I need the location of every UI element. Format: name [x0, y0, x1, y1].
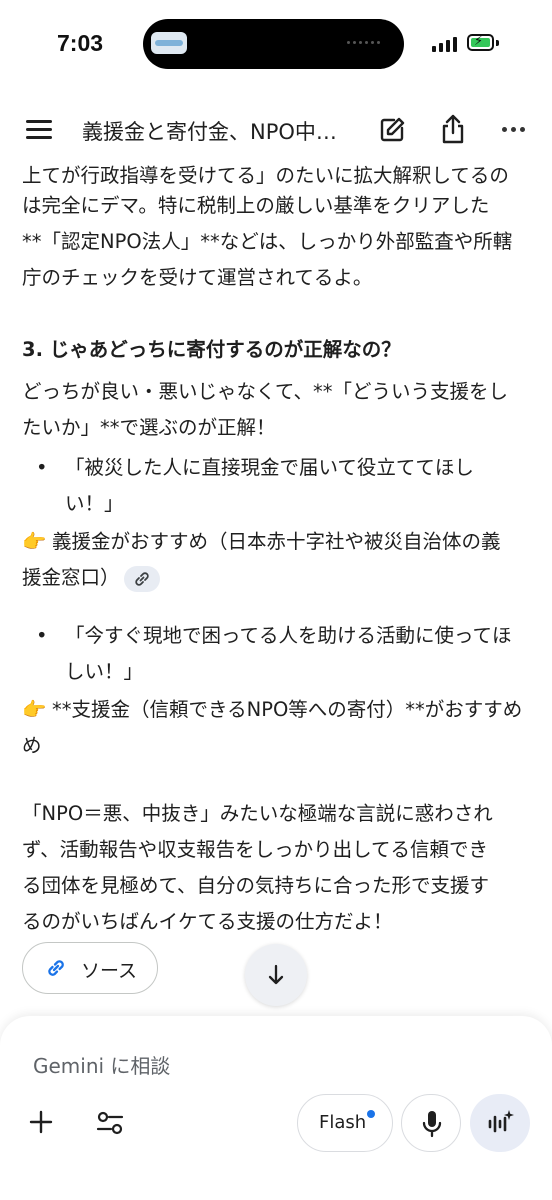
tools-icon[interactable] [96, 1111, 124, 1135]
paragraph-line: るのがいちばんイケてる支援の仕方だよ！ [22, 910, 393, 933]
battery-tip [496, 40, 499, 46]
list-item: 「被災した人に直接現金で届いて役立ててほし い！」 [22, 450, 532, 522]
island-indicator [347, 41, 380, 44]
paragraph-line: たいか」**で選ぶのが正解！ [22, 416, 276, 439]
status-bar: 7:03 ⚡ [0, 0, 552, 90]
cellular-signal-icon [432, 36, 457, 52]
model-label: Flash [319, 1112, 367, 1133]
recommendation-line: 👉 義援金がおすすめ（日本赤十字社や被災自治体の義 援金窓口） [22, 524, 532, 596]
share-icon[interactable] [440, 114, 466, 144]
app-header: 義援金と寄付金、NPO中… [0, 100, 552, 160]
section-heading: 3. じゃあどっちに寄付するのが正解なの？ [22, 338, 401, 361]
paragraph-line: ず、活動報告や収支報告をしっかり出してる信頼でき [22, 838, 489, 861]
paragraph-line: る団体を見極めて、自分の気持ちに合った形で支援す [22, 874, 490, 897]
paragraph-line: **「認定NPO法人」**などは、しっかり外部監査や所轄 [22, 230, 513, 253]
battery-icon: ⚡ [467, 34, 494, 51]
voice-input-button[interactable] [401, 1094, 461, 1152]
conversation-title[interactable]: 義援金と寄付金、NPO中… [82, 116, 337, 146]
pointing-hand-icon: 👉 [22, 530, 47, 553]
pointing-hand-icon: 👉 [22, 698, 47, 721]
live-icon [488, 1110, 514, 1133]
list-item: 「今すぐ現地で困ってる人を助ける活動に使ってほ しい！」 [22, 618, 532, 690]
prompt-input[interactable]: Gemini に相談 [33, 1050, 170, 1079]
sources-button[interactable]: ソース [22, 942, 158, 994]
add-attachment-icon[interactable] [29, 1110, 53, 1134]
paragraph-line: 庁のチェックを受けて運営されてるよ。 [22, 266, 373, 289]
chat-response: 上てが行政指導を受けてる」のたいに拡大解釈してるの は完全にデマ。特に税制上の厳… [22, 160, 532, 1010]
mic-icon [422, 1111, 442, 1138]
live-mode-button[interactable] [470, 1094, 530, 1152]
paragraph-line: どっちが良い・悪いじゃなくて、**「どういう支援をし [22, 380, 508, 403]
scroll-to-bottom-button[interactable] [245, 944, 307, 1006]
recommendation-line: 👉 **支援金（信頼できるNPO等への寄付）**がおすすめ め [22, 692, 532, 764]
status-time: 7:03 [57, 30, 104, 56]
link-icon [48, 960, 64, 976]
edit-icon[interactable] [378, 116, 406, 144]
dynamic-island [143, 19, 404, 69]
more-options-icon[interactable] [502, 127, 525, 132]
paragraph-line: は完全にデマ。特に税制上の厳しい基準をクリアした [22, 194, 490, 217]
prompt-composer: Gemini に相談 Flash [0, 1016, 552, 1200]
sources-label: ソース [81, 960, 138, 982]
model-indicator-dot [367, 1110, 375, 1118]
arrow-down-icon [268, 964, 284, 985]
paragraph-line: 「NPO＝悪、中抜き」みたいな極端な言説に惑わされ [22, 802, 493, 825]
citation-link-icon[interactable] [123, 565, 160, 592]
model-selector-button[interactable]: Flash [297, 1094, 393, 1152]
live-activity-icon [151, 32, 187, 54]
menu-icon[interactable] [26, 120, 52, 140]
clipped-line: 上てが行政指導を受けてる」のたいに拡大解釈してるの [22, 164, 509, 187]
